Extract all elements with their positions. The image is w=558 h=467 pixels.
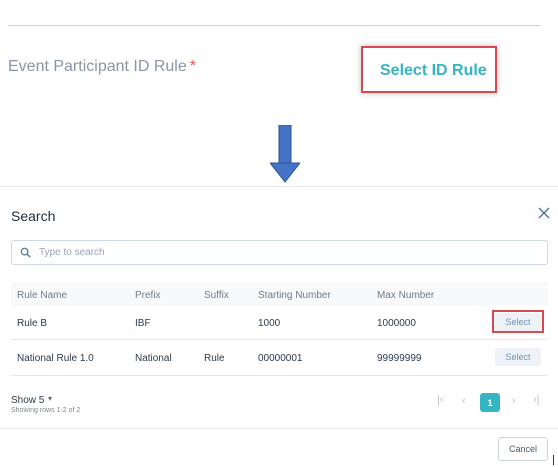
modal-title: Search [11,208,56,224]
row-divider [11,339,548,340]
column-header-prefix: Prefix [135,290,161,301]
required-mark: * [189,58,196,75]
cell-prefix: National [135,353,172,364]
modal-divider [0,186,558,187]
column-header-starting-number: Starting Number [258,290,331,301]
rows-info: Showing rows 1-2 of 2 [11,407,81,414]
next-page-icon[interactable]: › [512,395,516,407]
page-1-button[interactable]: 1 [480,393,500,412]
cell-suffix: Rule [204,353,225,364]
field-label: Event Participant ID Rule * [8,58,196,76]
cancel-button[interactable]: Cancel [498,437,548,461]
cell-starting-number: 1000 [258,318,281,329]
select-button-national-rule[interactable]: Select [495,348,541,366]
field-label-text: Event Participant ID Rule [8,58,187,75]
select-button-highlight [492,310,544,333]
cell-starting-number: 00000001 [258,353,303,364]
search-box[interactable] [11,240,548,265]
cell-prefix: IBF [135,318,151,329]
top-divider [8,25,540,26]
column-header-max-number: Max Number [377,290,435,301]
search-input[interactable] [37,246,521,259]
down-arrow-icon [270,125,300,183]
footer-divider [0,428,558,429]
caret-down-icon[interactable]: ▾ [48,394,52,403]
page-size-select[interactable]: Show 5 [11,395,44,406]
first-page-icon[interactable]: |‹ [437,394,444,406]
cell-rule-name: National Rule 1.0 [17,353,94,364]
column-header-rule-name: Rule Name [17,290,68,301]
text-cursor [553,455,554,465]
search-icon [20,247,31,258]
last-page-icon[interactable]: ›| [533,394,540,406]
cell-rule-name: Rule B [17,318,48,329]
cell-max-number: 1000000 [377,318,416,329]
column-header-suffix: Suffix [204,290,229,301]
row-divider [11,375,548,376]
prev-page-icon[interactable]: ‹ [462,395,466,407]
cell-max-number: 99999999 [377,353,422,364]
select-id-rule-link[interactable]: Select ID Rule [380,62,487,80]
close-icon[interactable] [537,206,551,220]
